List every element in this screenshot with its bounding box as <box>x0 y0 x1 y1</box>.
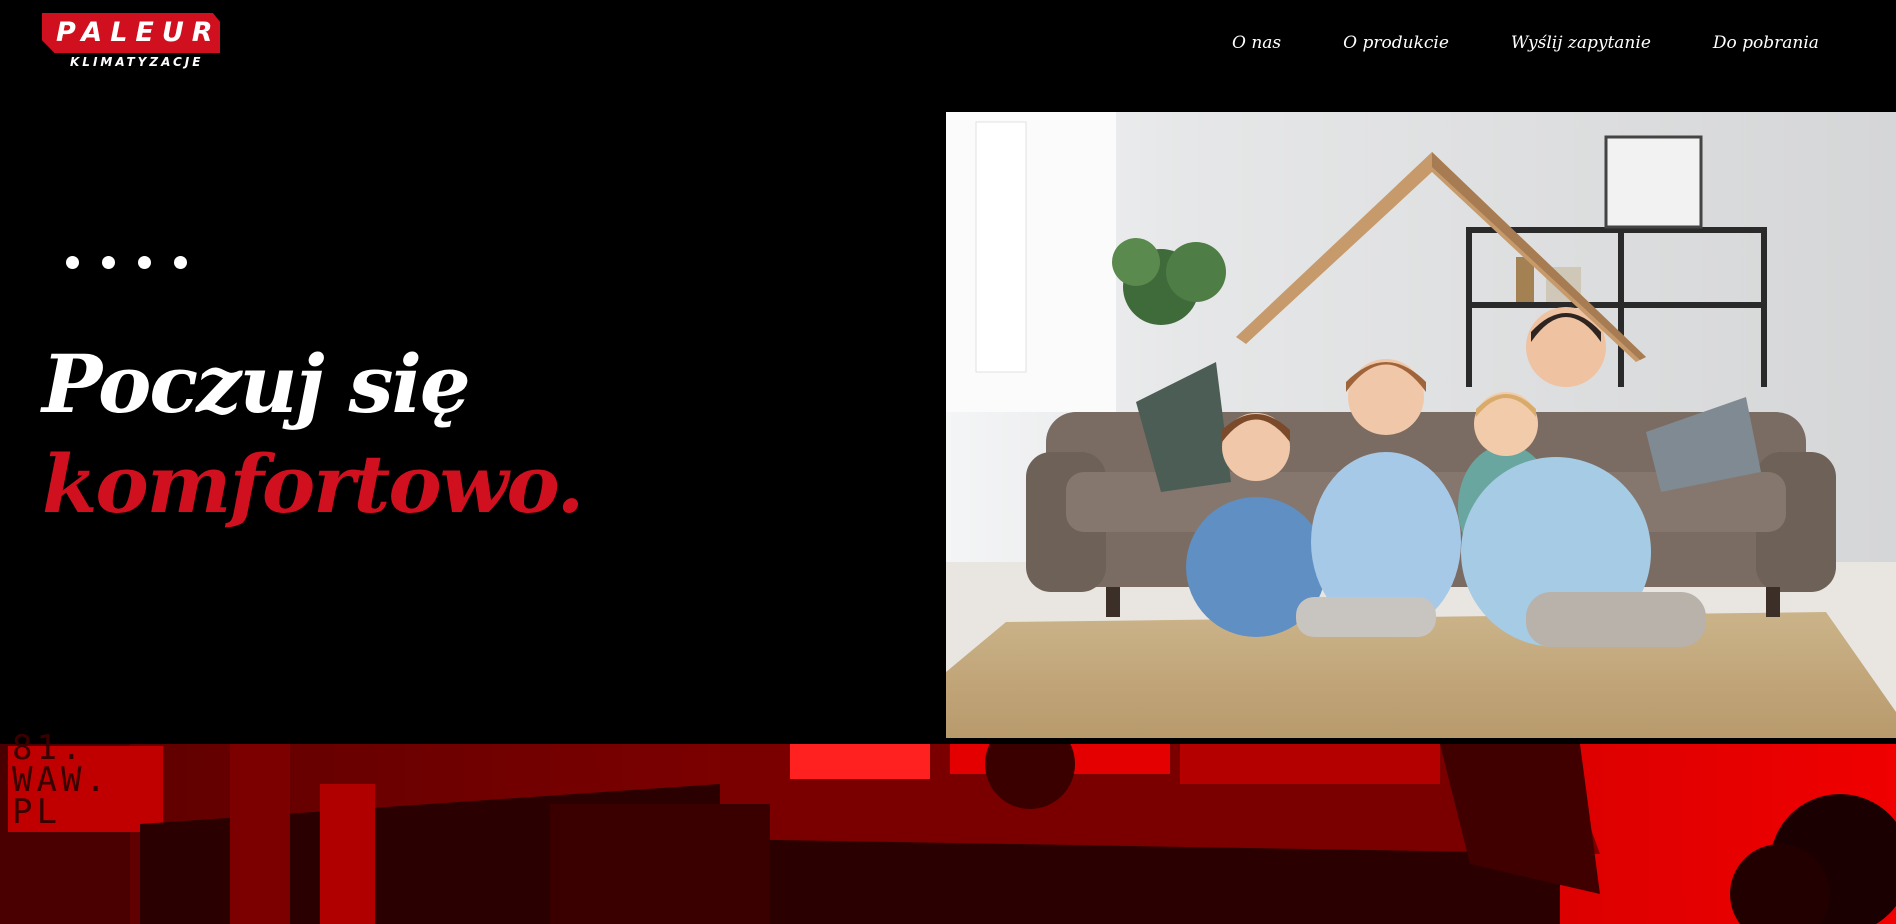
nav-link-o-nas[interactable]: O nas <box>1232 29 1281 57</box>
paleur-logo[interactable]: PALEUR KLIMATYZACJE <box>42 13 222 71</box>
slider-dot[interactable] <box>138 256 151 269</box>
hero-heading-line-2: komfortowo. <box>42 437 584 531</box>
site-header: PALEUR KLIMATYZACJE O nas O produkcie Wy… <box>0 0 1896 112</box>
hero-heading-line-1: Poczuj się <box>42 337 471 431</box>
nav-link-do-pobrania[interactable]: Do pobrania <box>1713 29 1819 57</box>
logo-wordmark: PALEUR <box>56 17 221 48</box>
nav-link-o-produkcie[interactable]: O produkcie <box>1343 29 1449 57</box>
main-nav: O nas O produkcie Wyślij zapytanie Do po… <box>1232 29 1819 57</box>
nav-link-wyslij-zapytanie[interactable]: Wyślij zapytanie <box>1511 29 1651 57</box>
hero-slider-dots <box>66 256 210 269</box>
sign-line-3: PL <box>12 792 61 832</box>
slider-dot[interactable] <box>66 256 79 269</box>
logo-subtitle: KLIMATYZACJE <box>64 54 210 71</box>
slider-dot[interactable] <box>174 256 187 269</box>
family-photo <box>946 112 1896 738</box>
building-sign-text: 81. WAW. PL <box>12 731 110 829</box>
hero-heading: Poczuj się komfortowo. <box>42 334 584 534</box>
slider-dot[interactable] <box>102 256 115 269</box>
red-building-band <box>0 744 1896 924</box>
